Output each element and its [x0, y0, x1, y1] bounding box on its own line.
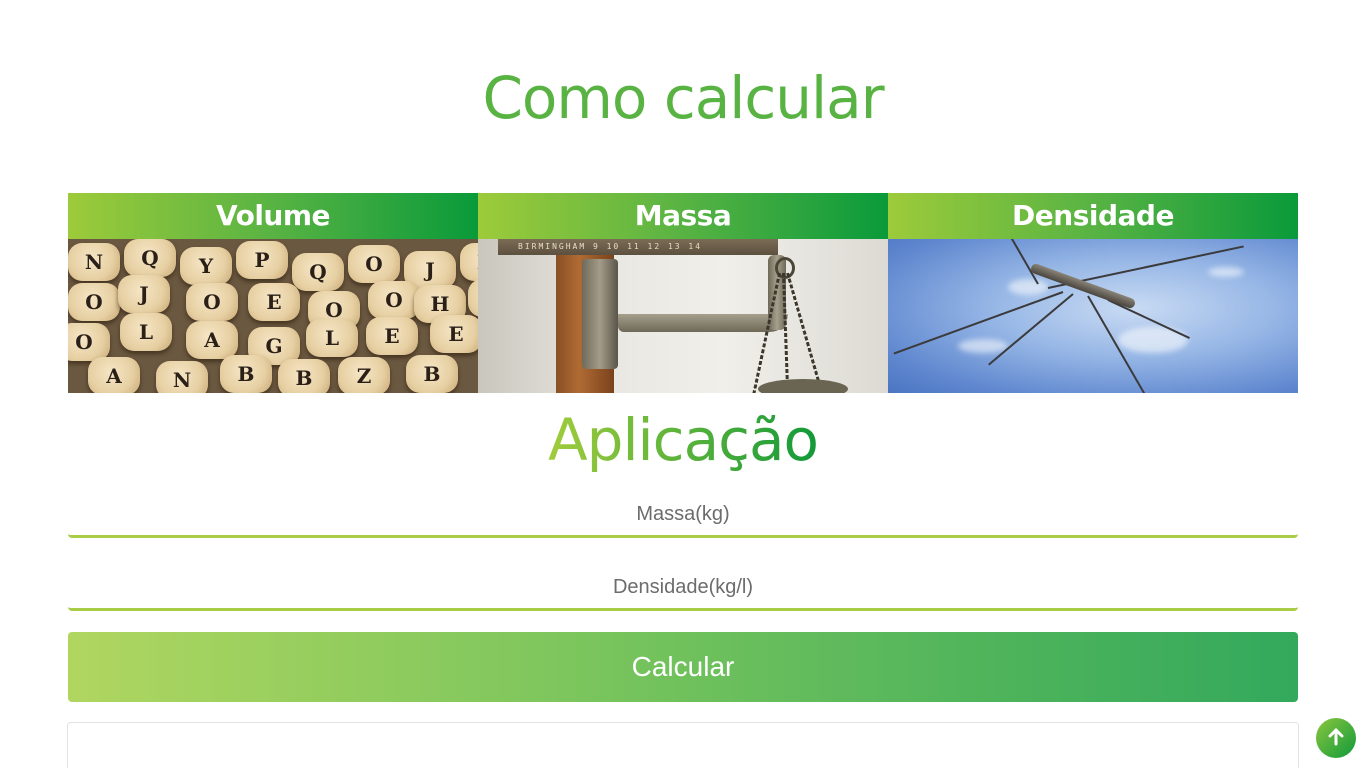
densidade-input[interactable] — [68, 567, 1298, 611]
card-volume[interactable]: Volume N Q Y P Q O J Ñ O J O E O O H Z O… — [68, 193, 478, 393]
letter-cube: Z — [338, 357, 390, 393]
card-massa[interactable]: Massa BIRMINGHAM 9 10 11 12 13 14 — [478, 193, 888, 393]
scale-arm-shape — [618, 314, 788, 332]
letter-cube: O — [186, 283, 238, 321]
clamp-shape — [582, 259, 618, 369]
letter-cube: N — [156, 361, 208, 393]
letter-cube: O — [368, 281, 420, 319]
letter-cube: E — [430, 315, 478, 353]
letter-cube: A — [186, 321, 238, 359]
letter-cube: O — [348, 245, 400, 283]
letter-cube: P — [236, 241, 288, 279]
letter-cube: Z — [468, 279, 478, 317]
letter-cube: B — [278, 359, 330, 393]
strider-leg — [1007, 239, 1039, 285]
ripple-shape — [1008, 279, 1048, 295]
page-title: Como calcular — [482, 64, 884, 132]
massa-input[interactable] — [68, 494, 1298, 538]
calculate-button[interactable]: Calcular — [68, 632, 1298, 702]
card-massa-title: Massa — [478, 193, 888, 239]
card-densidade-title: Densidade — [888, 193, 1298, 239]
letter-cube: A — [88, 357, 140, 393]
ripple-shape — [958, 339, 1008, 353]
letter-cube: B — [406, 355, 458, 393]
volume-image: N Q Y P Q O J Ñ O J O E O O H Z O L A G — [68, 239, 478, 393]
result-box — [67, 722, 1299, 768]
massa-image: BIRMINGHAM 9 10 11 12 13 14 — [478, 239, 888, 393]
concept-cards: Volume N Q Y P Q O J Ñ O J O E O O H Z O… — [68, 193, 1298, 393]
letter-cube: E — [366, 317, 418, 355]
letter-cube: Ñ — [460, 243, 478, 281]
letter-cube: E — [248, 283, 300, 321]
scale-pan-shape — [758, 379, 848, 393]
densidade-image — [888, 239, 1298, 393]
card-densidade[interactable]: Densidade — [888, 193, 1298, 393]
ripple-shape — [1208, 267, 1244, 277]
chain-shape — [786, 272, 824, 393]
section-title: Aplicação — [0, 400, 1366, 480]
page: Como calcular Volume N Q Y P Q O J Ñ O J… — [0, 0, 1366, 768]
scroll-to-top-button[interactable] — [1316, 718, 1356, 758]
letter-cube: O — [68, 283, 120, 321]
letter-cube: L — [120, 313, 172, 351]
letter-cube: Q — [124, 239, 176, 277]
letter-cube: O — [68, 323, 110, 361]
letter-cube: J — [118, 275, 170, 313]
letter-cube: B — [220, 355, 272, 393]
letter-cube: L — [306, 319, 358, 357]
arrow-up-icon — [1328, 728, 1344, 749]
ruler-markings: BIRMINGHAM 9 10 11 12 13 14 — [498, 239, 778, 255]
letter-cube: Y — [180, 247, 232, 285]
chain-shape — [752, 272, 781, 393]
card-volume-title: Volume — [68, 193, 478, 239]
letter-cube: N — [68, 243, 120, 281]
letter-cube: Q — [292, 253, 344, 291]
